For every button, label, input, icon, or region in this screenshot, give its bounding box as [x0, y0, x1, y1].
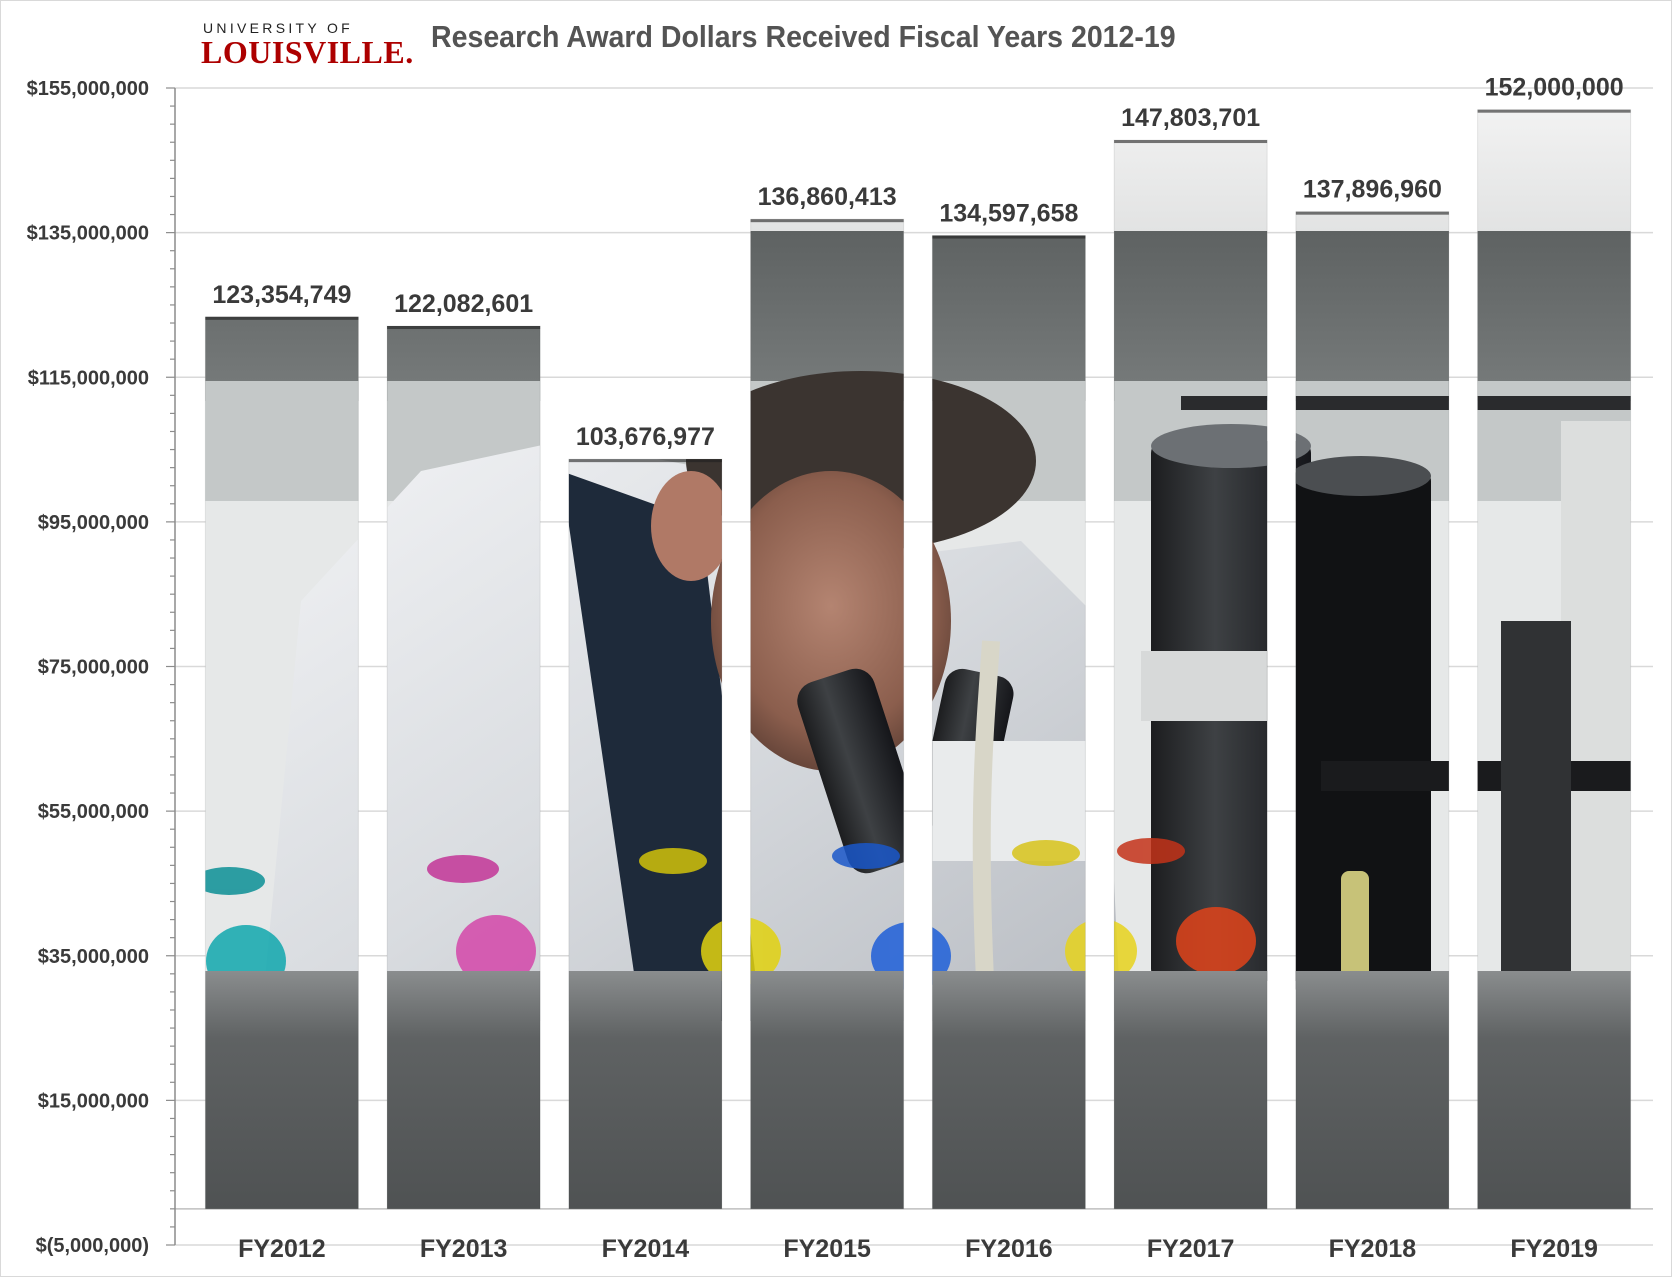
- bar-top-edge: [932, 235, 1086, 239]
- data-label: 122,082,601: [394, 290, 533, 318]
- y-axis: [166, 87, 176, 1246]
- bar-top-edge: [205, 316, 359, 320]
- bar-top-edge: [568, 459, 722, 463]
- bar-top-edge: [1114, 140, 1268, 144]
- x-category-label: FY2017: [1147, 1235, 1235, 1263]
- data-label: 134,597,658: [939, 200, 1078, 228]
- x-category-label: FY2014: [602, 1235, 690, 1263]
- y-tick-label: $75,000,000: [38, 657, 149, 679]
- y-tick-label: $(5,000,000): [36, 1235, 149, 1257]
- x-category-label: FY2015: [783, 1235, 871, 1263]
- y-tick-label: $155,000,000: [27, 78, 149, 100]
- y-tick-label: $35,000,000: [38, 946, 149, 968]
- y-tick-label: $115,000,000: [28, 367, 149, 389]
- x-category-label: FY2019: [1510, 1235, 1598, 1263]
- y-tick-labels: $(5,000,000) $15,000,000 $35,000,000 $55,00…: [27, 78, 149, 1257]
- bar-top-edge: [387, 326, 541, 330]
- x-category-label: FY2013: [420, 1235, 508, 1263]
- x-category-label: FY2012: [238, 1235, 326, 1263]
- bar-top-edge: [1477, 109, 1631, 113]
- y-tick-label: $95,000,000: [38, 512, 149, 534]
- bar-chart: $(5,000,000) $15,000,000 $35,000,000 $55,00…: [27, 74, 1653, 1263]
- chart-frame: UNIVERSITY OF LOUISVILLE. Research Award…: [0, 0, 1672, 1277]
- bar-top-edge: [1295, 211, 1449, 215]
- data-label: 103,676,977: [576, 423, 715, 451]
- x-category-label: FY2016: [965, 1235, 1053, 1263]
- bar-top-edge: [750, 219, 904, 223]
- data-label: 136,860,413: [758, 183, 897, 211]
- data-label: 147,803,701: [1121, 104, 1260, 132]
- y-tick-label: $55,000,000: [38, 801, 149, 823]
- data-label: 152,000,000: [1485, 74, 1624, 102]
- x-category-label: FY2018: [1329, 1235, 1417, 1263]
- category-labels: FY2012 FY2013 FY2014 FY2015 FY2016 FY2017 FY20…: [238, 1235, 1598, 1263]
- data-label: 137,896,960: [1303, 176, 1442, 204]
- y-tick-label: $15,000,000: [38, 1090, 149, 1112]
- y-tick-label: $135,000,000: [27, 223, 149, 245]
- data-label: 123,354,749: [212, 281, 351, 309]
